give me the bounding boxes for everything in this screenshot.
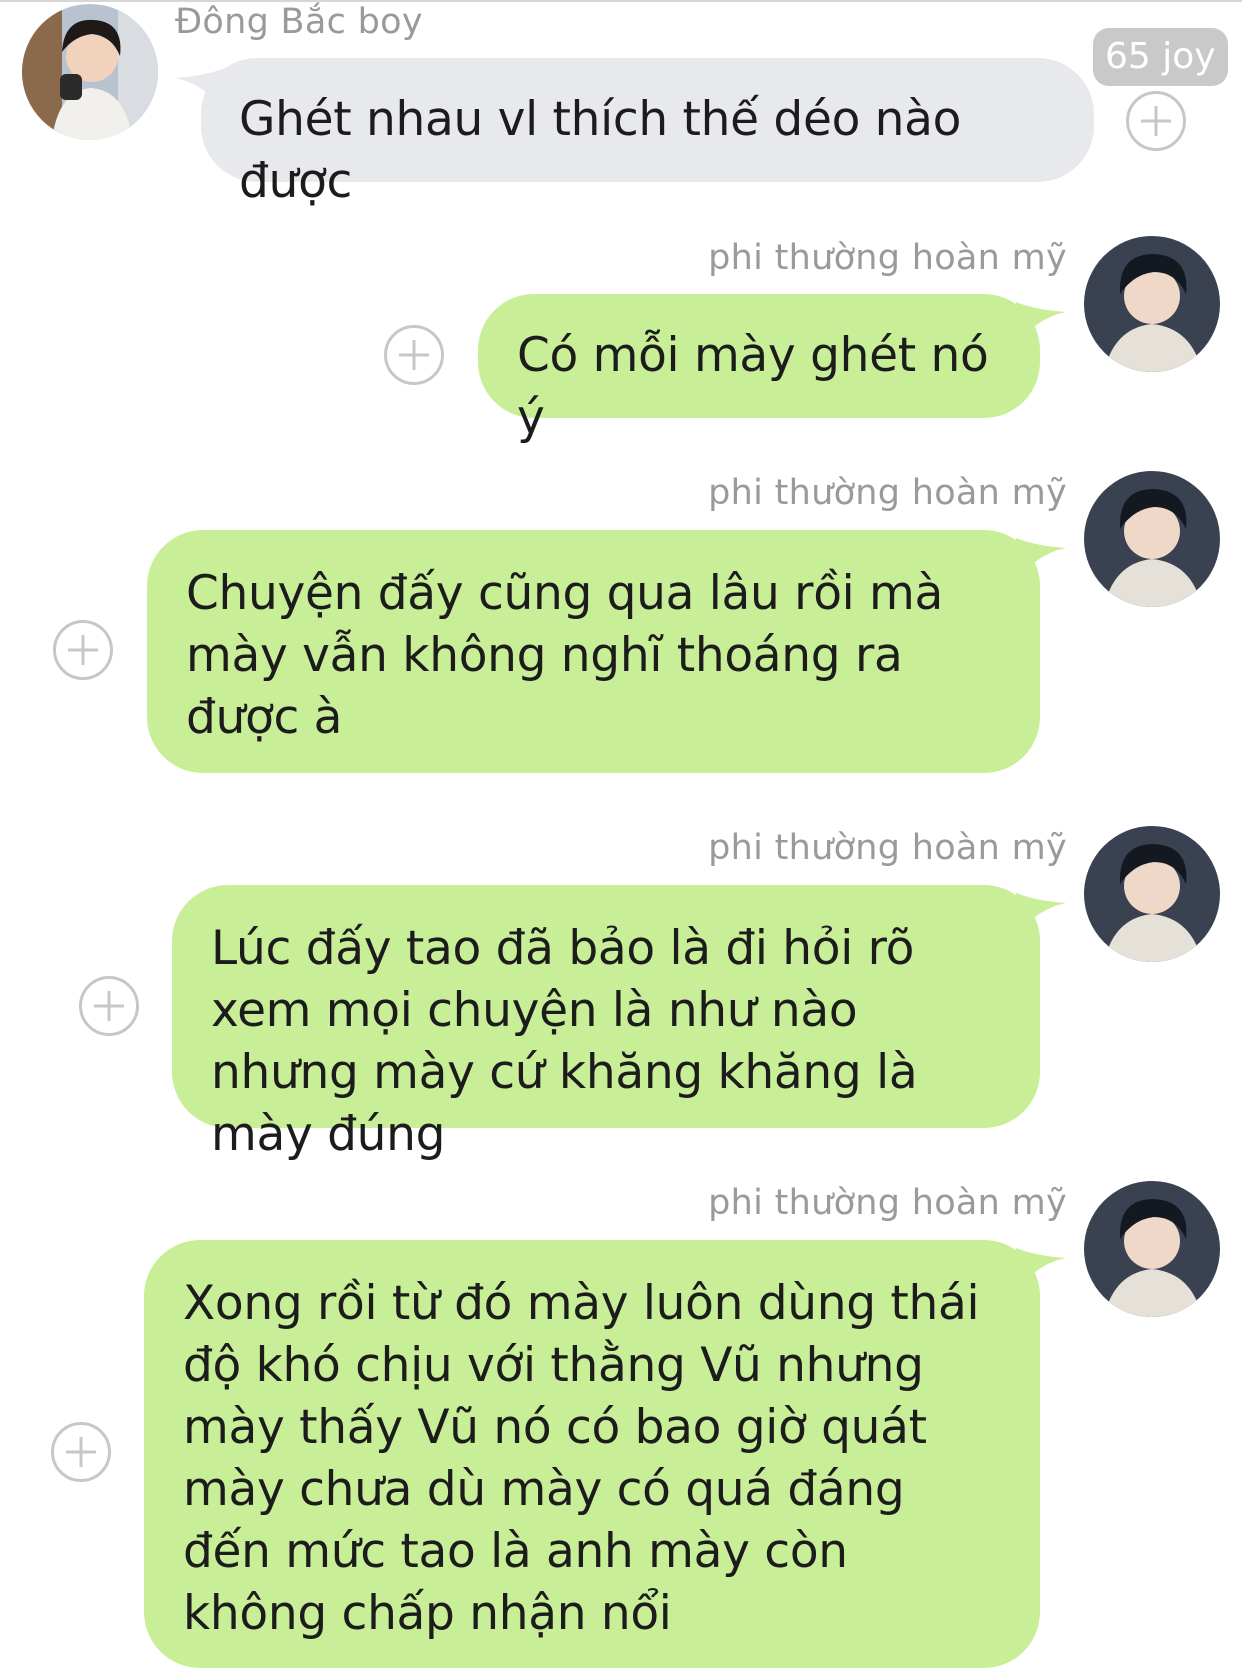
sender-name: phi thường hoàn mỹ xyxy=(708,238,1067,278)
bubble-tail xyxy=(175,68,225,112)
add-reaction-button[interactable] xyxy=(79,976,139,1036)
message-bubble-incoming[interactable]: Ghét nhau vl thích thế déo nào được xyxy=(175,58,1094,209)
message-text: Lúc đấy tao đã bảo là đi hỏi rõ xem mọi … xyxy=(211,921,918,1162)
sender-name: Đông Bắc boy xyxy=(175,2,423,42)
add-reaction-button[interactable] xyxy=(384,325,444,385)
message-bubble-outgoing[interactable]: Chuyện đấy cũng qua lâu rồi mà mày vẫn k… xyxy=(147,530,1066,773)
avatar-dong-bac-boy[interactable] xyxy=(22,4,158,140)
message-bubble-outgoing[interactable]: Lúc đấy tao đã bảo là đi hỏi rõ xem mọi … xyxy=(172,885,1066,1162)
bubble-tail xyxy=(1016,302,1066,346)
bubble-tail xyxy=(1016,1248,1066,1292)
avatar-phi-thuong-hoan-my[interactable] xyxy=(1084,1181,1220,1317)
reaction-count-badge[interactable]: 65 joy xyxy=(1093,28,1228,86)
add-reaction-button[interactable] xyxy=(1126,91,1186,151)
avatar-phi-thuong-hoan-my[interactable] xyxy=(1084,826,1220,962)
avatar-phi-thuong-hoan-my[interactable] xyxy=(1084,236,1220,372)
message-bubble-outgoing[interactable]: Xong rồi từ đó mày luôn dùng thái độ khó… xyxy=(144,1240,1066,1668)
avatar-phi-thuong-hoan-my[interactable] xyxy=(1084,471,1220,607)
add-reaction-button[interactable] xyxy=(53,620,113,680)
message-text: Ghét nhau vl thích thế déo nào được xyxy=(239,92,962,209)
message-bubble-outgoing[interactable]: Có mỗi mày ghét nó ý xyxy=(478,294,1066,445)
bubble-tail xyxy=(1016,538,1066,582)
sender-name: phi thường hoàn mỹ xyxy=(708,828,1067,868)
bubble-tail xyxy=(1016,893,1066,937)
message-text: Chuyện đấy cũng qua lâu rồi mà mày vẫn k… xyxy=(186,566,944,745)
message-text: Có mỗi mày ghét nó ý xyxy=(517,328,989,445)
add-reaction-button[interactable] xyxy=(51,1422,111,1482)
sender-name: phi thường hoàn mỹ xyxy=(708,1183,1067,1223)
sender-name: phi thường hoàn mỹ xyxy=(708,473,1067,513)
message-text: Xong rồi từ đó mày luôn dùng thái độ khó… xyxy=(183,1276,980,1641)
